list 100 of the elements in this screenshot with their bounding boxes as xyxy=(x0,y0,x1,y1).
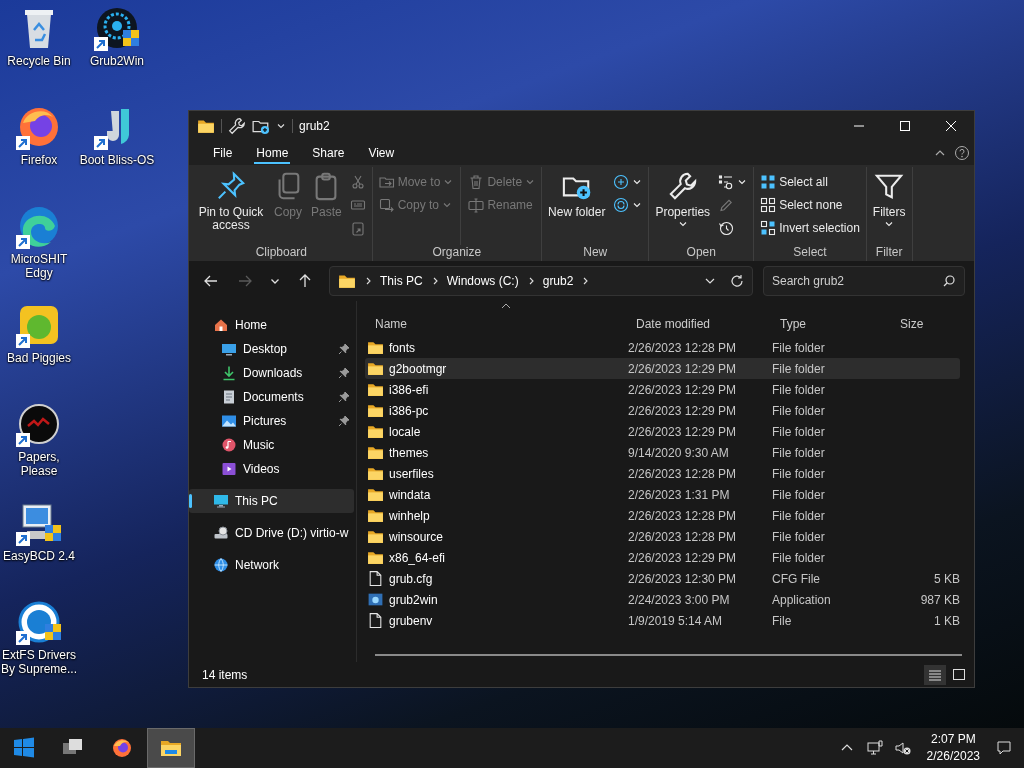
date-cell-text: 2/24/2023 3:00 PM xyxy=(628,592,731,607)
wrench-button[interactable] xyxy=(228,117,246,135)
type-cell-text: Application xyxy=(772,592,832,607)
trash-icon xyxy=(468,174,485,190)
file-name[interactable]: x86_64-efi xyxy=(389,550,446,565)
new-folder-button[interactable]: New folder xyxy=(545,167,609,219)
file-name[interactable]: grubenv xyxy=(389,613,433,628)
item-count: 14 items xyxy=(202,667,248,682)
muted-speaker-icon xyxy=(894,740,911,756)
scissors-icon xyxy=(349,174,366,190)
nav-item[interactable]: Home xyxy=(189,313,354,337)
nav-item[interactable]: This PC xyxy=(189,489,354,513)
wrench-button[interactable]: Properties xyxy=(652,167,714,229)
group-label: Select xyxy=(792,245,828,261)
breadcrumb-link[interactable]: This PC xyxy=(380,274,423,288)
address-bar[interactable]: This PC Windows (C:) grub2 xyxy=(329,266,753,296)
date-cell-text: 1/9/2019 5:14 AM xyxy=(628,613,724,628)
select-all-button[interactable]: Select all xyxy=(757,171,863,193)
search-icon xyxy=(943,275,955,287)
select-all-icon xyxy=(760,174,777,190)
ribbon-tab[interactable]: View xyxy=(358,141,405,165)
chevron-icon xyxy=(364,276,372,286)
file-name[interactable]: winhelp xyxy=(389,508,430,523)
type-cell-text: File folder xyxy=(772,403,826,418)
paste-shortcut-icon xyxy=(349,220,366,236)
volume-button[interactable] xyxy=(894,740,911,756)
file-name[interactable]: i386-efi xyxy=(389,382,429,397)
wrench-icon xyxy=(667,171,698,201)
column-header[interactable]: Type xyxy=(780,301,900,331)
column-header[interactable]: Name xyxy=(375,301,636,331)
size-cell-text: 5 KB xyxy=(933,571,960,586)
invert-selection-button[interactable]: Invert selection xyxy=(757,217,863,239)
folder-icon xyxy=(367,360,384,377)
file-icon xyxy=(367,612,384,629)
help-button[interactable] xyxy=(954,145,970,161)
icon-label: Recycle Bin xyxy=(6,54,72,68)
breadcrumb-link[interactable]: grub2 xyxy=(542,274,574,288)
caret-icon xyxy=(677,219,688,229)
folder-icon xyxy=(367,444,384,461)
nav-item[interactable]: Downloads xyxy=(189,361,354,385)
column-header[interactable]: Date modified xyxy=(636,301,780,331)
file-name[interactable]: fonts xyxy=(389,340,415,355)
file-name[interactable]: g2bootmgr xyxy=(389,361,447,376)
file-name[interactable]: i386-pc xyxy=(389,403,429,418)
application-icon xyxy=(367,591,384,608)
file-name[interactable]: windata xyxy=(389,487,431,502)
filter-button[interactable]: Filters xyxy=(869,167,909,229)
file-name[interactable]: grub2win xyxy=(389,592,438,607)
type-cell-text: File folder xyxy=(772,550,826,565)
highlighted-row[interactable]: g2bootmgr 2/26/2023 12:29 PM File folder xyxy=(365,358,960,379)
group-label: Organize xyxy=(431,245,483,261)
nav-item[interactable]: CD Drive (D:) virtio-w xyxy=(189,521,354,545)
caret-icon xyxy=(737,177,748,187)
shield-icon xyxy=(45,624,61,640)
file-name[interactable]: themes xyxy=(389,445,429,460)
nav-item[interactable]: Pictures xyxy=(189,409,354,433)
caret-icon xyxy=(884,219,895,229)
network-button[interactable] xyxy=(866,740,883,756)
shortcut-arrow-icon xyxy=(94,37,108,51)
column-header[interactable]: Size xyxy=(900,301,968,331)
select-none-button[interactable]: Select none xyxy=(757,194,863,216)
search-field[interactable]: Search grub2 xyxy=(763,266,965,296)
customize-toolbar-button[interactable] xyxy=(276,121,286,131)
file-name[interactable]: grub.cfg xyxy=(389,571,433,586)
details-view-button[interactable] xyxy=(924,664,946,685)
ribbon-tab[interactable]: Home xyxy=(246,141,299,165)
notifications-button[interactable] xyxy=(996,740,1012,756)
file-name[interactable]: winsource xyxy=(389,529,444,544)
ribbon-tab[interactable]: Share xyxy=(302,141,355,165)
file-explorer-button[interactable] xyxy=(147,728,195,768)
nav-item[interactable]: Desktop xyxy=(189,337,354,361)
invert-selection-icon xyxy=(760,220,777,236)
swirl-circle-icon xyxy=(613,197,630,213)
icon-label: MicroSHIT Edgy xyxy=(9,252,69,280)
nav-item[interactable]: Music xyxy=(189,433,354,457)
shortcut-arrow-icon xyxy=(16,235,30,249)
icon-label: Bad Piggies xyxy=(5,351,72,365)
folder-icon xyxy=(197,117,215,135)
horizontal-scrollbar[interactable] xyxy=(375,654,962,656)
nav-item[interactable]: Videos xyxy=(189,457,354,481)
date-cell-text: 2/26/2023 12:28 PM xyxy=(628,466,738,481)
date-cell-text: 2/26/2023 12:28 PM xyxy=(628,508,738,523)
folder-icon xyxy=(367,507,384,524)
nav-item[interactable]: Documents xyxy=(189,385,354,409)
type-cell-text: File xyxy=(772,613,793,628)
pin-button[interactable]: Pin to Quick access xyxy=(194,167,268,232)
group-label: Clipboard xyxy=(254,245,309,261)
computer-icon xyxy=(213,493,229,509)
clock[interactable]: 2:07 PM 2/26/2023 xyxy=(922,731,984,765)
wrench-icon xyxy=(228,117,246,135)
type-cell-text: File folder xyxy=(772,361,826,376)
file-name[interactable]: userfiles xyxy=(389,466,434,481)
nav-item[interactable]: Network xyxy=(189,553,354,577)
folder-icon xyxy=(367,402,384,419)
date-cell-text: 2/26/2023 12:29 PM xyxy=(628,424,738,439)
file-name[interactable]: locale xyxy=(389,424,421,439)
icon-label: Grub2Win xyxy=(89,54,145,68)
picture-icon xyxy=(221,413,237,429)
ribbon-tab[interactable]: File xyxy=(203,141,243,165)
breadcrumb-link[interactable]: Windows (C:) xyxy=(446,274,519,288)
